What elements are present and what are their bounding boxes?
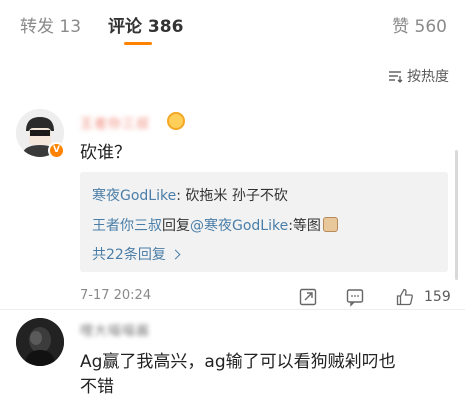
like-count: 159 (424, 289, 451, 305)
comment-text: 砍谁？ (80, 143, 131, 163)
dog-emoji-icon (322, 217, 338, 232)
comment-icon[interactable] (345, 287, 365, 307)
tab-bar: 转发 13 评论 386 赞 560 (0, 0, 465, 50)
comment-username[interactable]: 王者你三叔 (80, 113, 150, 132)
sort-by-hot-button[interactable]: 按热度 (387, 66, 449, 86)
tab-comment[interactable]: 评论 386 (108, 12, 183, 37)
active-tab-indicator (124, 42, 152, 45)
reply-author[interactable]: 寒夜GodLike (92, 188, 176, 204)
chevron-right-icon (170, 249, 181, 260)
sort-label: 按热度 (407, 69, 449, 85)
thumbs-up-icon[interactable] (395, 287, 415, 307)
reply-mention[interactable]: @寒夜GodLike (190, 218, 288, 234)
tab-repost[interactable]: 转发 13 (20, 12, 81, 37)
comment-time: 7-17 20:24 (80, 288, 152, 303)
reply-preview-box[interactable]: 寒夜GodLike: 砍拖米 孙子不砍 王者你三叔回复@寒夜GodLike:等图… (80, 172, 448, 272)
sort-icon (389, 71, 403, 83)
avatar[interactable] (16, 318, 64, 366)
comment-username[interactable]: 哩大喵喵酱 (80, 320, 150, 339)
more-replies-label: 共22条回复 (92, 247, 166, 263)
avatar-image (16, 318, 64, 366)
reply-text: : 砍拖米 孙子不砍 (176, 188, 288, 204)
medal-icon (167, 112, 185, 130)
more-replies-link[interactable]: 共22条回复 (92, 244, 181, 264)
reply-text: :等图 (288, 218, 321, 234)
scrollbar[interactable] (455, 150, 458, 280)
reply-item: 王者你三叔回复@寒夜GodLike:等图 (92, 215, 338, 235)
comment-actions: 7-17 20:24 159 (80, 287, 455, 309)
share-icon[interactable] (298, 287, 318, 307)
tab-like[interactable]: 赞 560 (392, 12, 447, 37)
comment-text: Ag赢了我高兴，ag输了可以看狗贼剁叼也 (80, 352, 396, 372)
reply-action: 回复 (162, 218, 190, 234)
reply-author[interactable]: 王者你三叔 (92, 218, 162, 234)
comment-divider (0, 309, 465, 310)
comment-text-continued: 不错 (80, 377, 114, 397)
reply-item: 寒夜GodLike: 砍拖米 孙子不砍 (92, 185, 288, 205)
verified-badge-icon: V (48, 142, 65, 159)
